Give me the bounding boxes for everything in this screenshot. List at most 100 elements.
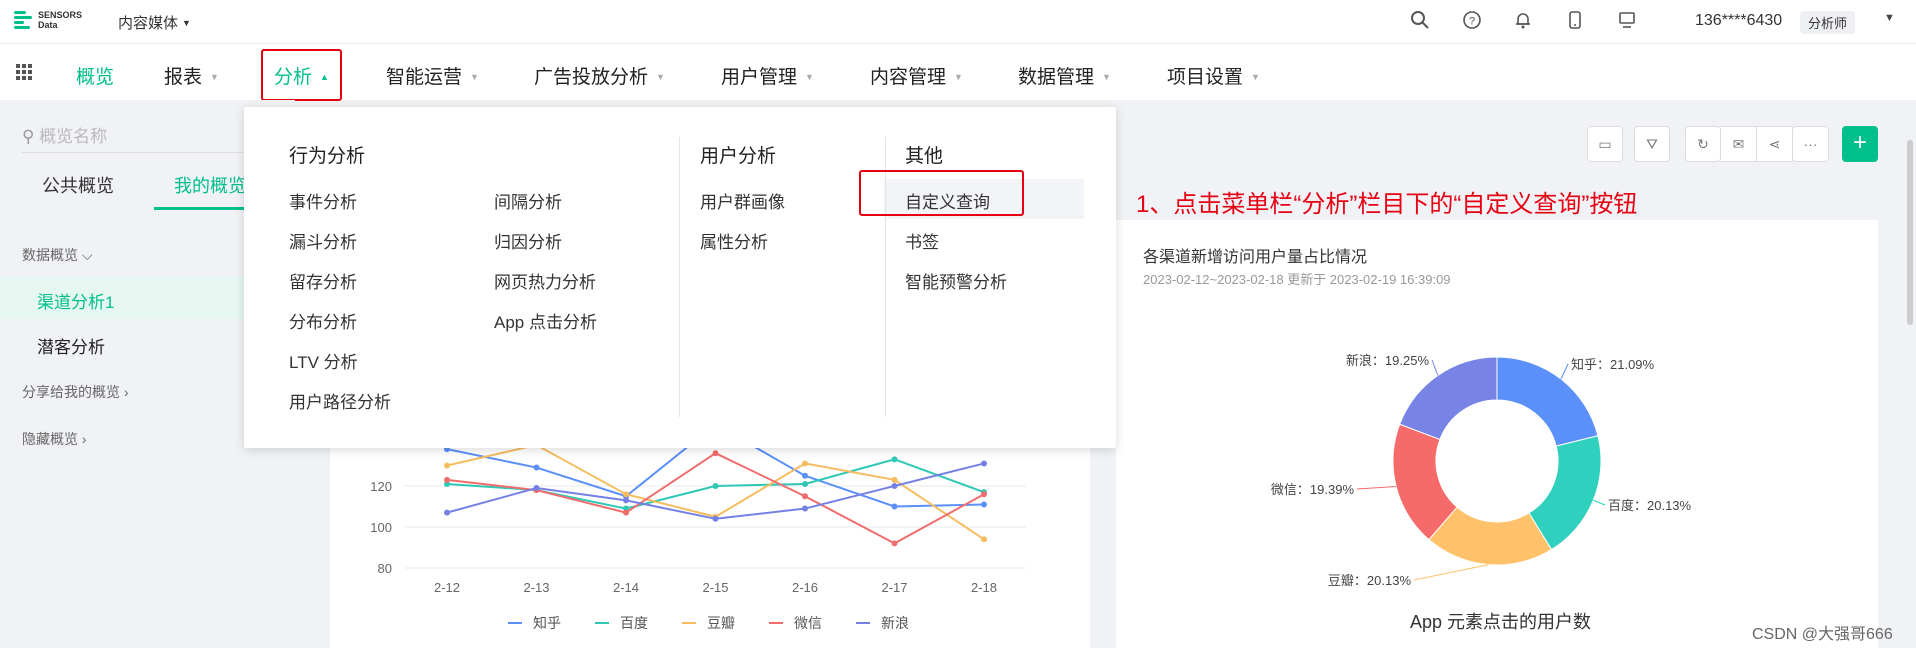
filter-button[interactable]: ⛛ — [1634, 126, 1670, 162]
share-button[interactable]: ⋖ — [1757, 126, 1793, 162]
menu-item-funnel-analysis[interactable]: 漏斗分析 — [289, 228, 357, 253]
refresh-icon: ↻ — [1697, 136, 1709, 152]
mail-button[interactable]: ✉ — [1721, 126, 1757, 162]
legend-label[interactable]: 知乎 — [533, 615, 561, 631]
refresh-button[interactable]: ↻ — [1685, 126, 1721, 162]
caret-down-icon: ▼ — [656, 72, 665, 82]
pie-chart-subtitle: 2023-02-12~2023-02-18 更新于 2023-02-19 16:… — [1143, 272, 1451, 287]
divider — [22, 152, 262, 153]
legend-label[interactable]: 百度 — [620, 615, 648, 631]
svg-text:?: ? — [1469, 16, 1475, 28]
menu-item-user-segment[interactable]: 用户群画像 — [700, 188, 785, 213]
slice-label: 知乎：21.09% — [1571, 357, 1655, 372]
data-point — [802, 505, 808, 512]
data-point — [981, 536, 987, 543]
nav-data-mgmt[interactable]: 数据管理 ▼ — [1018, 62, 1111, 89]
menu-item-event-analysis[interactable]: 事件分析 — [289, 188, 357, 213]
more-button[interactable]: ··· — [1793, 126, 1829, 162]
search-icon[interactable] — [1410, 10, 1430, 30]
label-leader — [1560, 363, 1569, 380]
user-account[interactable]: 136****6430 — [1695, 12, 1782, 30]
slice-label: 百度：20.13% — [1608, 498, 1692, 513]
mobile-icon[interactable] — [1565, 10, 1585, 30]
data-point — [891, 483, 898, 489]
tab-my-overview[interactable]: 我的概览 — [174, 172, 246, 198]
data-point — [802, 493, 808, 500]
series-line-3 — [446, 452, 985, 545]
tab-public-overview[interactable]: 公共概览 — [42, 172, 114, 198]
data-point — [981, 491, 987, 498]
data-point — [444, 509, 450, 516]
nav-smart-ops[interactable]: 智能运营 ▼ — [386, 62, 479, 89]
nav-ad-analysis[interactable]: 广告投放分析 ▼ — [534, 62, 665, 89]
data-point — [891, 540, 898, 547]
nav-content-mgmt[interactable]: 内容管理 ▼ — [870, 62, 963, 89]
label-leader — [1431, 359, 1439, 376]
y-tick-label: 100 — [370, 520, 392, 535]
active-tab-indicator — [154, 207, 250, 210]
annotation-text: 1、点击菜单栏“分析”栏目下的“自定义查询”按钮 — [1136, 191, 1638, 218]
chevron-down-icon: ⌵ — [81, 247, 93, 263]
menu-item-ltv-analysis[interactable]: LTV 分析 — [289, 348, 358, 373]
line-chart-card: 80 100 120 2-12 2-13 2-14 2-15 2-16 2-17 2-18 知乎 百度… — [330, 440, 1090, 648]
series-line-4 — [446, 462, 985, 520]
highlight-box-analysis — [261, 49, 342, 101]
nav-user-mgmt[interactable]: 用户管理 ▼ — [721, 62, 814, 89]
search-icon: ⚲ — [22, 127, 35, 146]
menu-heading-other: 其他 — [905, 146, 944, 167]
help-icon[interactable]: ? — [1462, 10, 1482, 30]
slice-label: 微信：19.39% — [1271, 482, 1355, 497]
nav-project-settings[interactable]: 项目设置 ▼ — [1167, 62, 1260, 89]
menu-item-interval-analysis[interactable]: 间隔分析 — [494, 188, 562, 213]
group-hidden-overview[interactable]: 隐藏概览 › — [22, 429, 87, 449]
menu-item-retention-analysis[interactable]: 留存分析 — [289, 268, 357, 293]
caret-down-icon: ▼ — [954, 72, 963, 82]
data-point — [444, 462, 450, 469]
menu-item-heatmap-analysis[interactable]: 网页热力分析 — [494, 268, 596, 293]
legend-label[interactable]: 新浪 — [881, 615, 909, 631]
donut-slice[interactable] — [1399, 356, 1498, 441]
next-chart-title: App 元素点击的用户数 — [1410, 612, 1592, 632]
nav-reports[interactable]: 报表 ▼ — [164, 62, 219, 89]
role-badge[interactable]: 分析师 — [1800, 11, 1856, 34]
top-bar: SENSORS Data 内容媒体 ▼ ? 136****6430 分析师 ▼ — [0, 0, 1916, 43]
sidebar-item-channel-analysis[interactable]: 渠道分析1 — [0, 277, 250, 319]
project-switcher[interactable]: 内容媒体 ▼ — [118, 12, 191, 33]
plus-icon: + — [1852, 129, 1867, 156]
data-point — [802, 480, 808, 487]
slice-label: 新浪：19.25% — [1346, 353, 1430, 368]
sidebar-search[interactable]: ⚲ 概览名称 — [22, 122, 107, 147]
more-icon: ··· — [1803, 136, 1818, 152]
logo-line2: Data — [38, 20, 58, 30]
menu-item-app-click-analysis[interactable]: App 点击分析 — [494, 308, 597, 333]
data-point — [623, 509, 629, 516]
menu-item-attribution-analysis[interactable]: 归因分析 — [494, 228, 562, 253]
sidebar-item-prospect-analysis[interactable]: 潜客分析 — [0, 322, 250, 364]
scrollbar[interactable] — [1907, 140, 1913, 325]
monitor-icon[interactable] — [1617, 10, 1637, 30]
menu-item-smart-alert[interactable]: 智能预警分析 — [905, 268, 1007, 293]
apps-grid-icon[interactable] — [16, 64, 32, 80]
slice-label: 豆瓣：20.13% — [1328, 573, 1412, 588]
caret-down-icon[interactable]: ▼ — [1884, 12, 1895, 24]
layout-button[interactable]: ▭ — [1587, 126, 1623, 162]
menu-item-user-path-analysis[interactable]: 用户路径分析 — [289, 388, 391, 413]
menu-item-distribution-analysis[interactable]: 分布分析 — [289, 308, 357, 333]
sensors-logo[interactable]: SENSORS Data — [14, 9, 82, 31]
nav-overview[interactable]: 概览 — [76, 62, 114, 89]
data-point — [891, 456, 898, 463]
series-line-2 — [446, 443, 985, 541]
data-point — [623, 497, 629, 504]
legend-label[interactable]: 微信 — [794, 615, 822, 631]
menu-item-bookmarks[interactable]: 书签 — [905, 228, 939, 253]
legend-label[interactable]: 豆瓣 — [707, 615, 735, 631]
data-point — [802, 472, 808, 479]
group-shared-overview[interactable]: 分享给我的概览 › — [22, 382, 129, 402]
add-button[interactable]: + — [1842, 126, 1878, 162]
menu-heading-behavior: 行为分析 — [289, 146, 366, 167]
y-tick-label: 80 — [378, 561, 392, 576]
group-data-overview[interactable]: 数据概览 ⌵ — [22, 245, 93, 265]
caret-down-icon: ▼ — [805, 72, 814, 82]
menu-item-property-analysis[interactable]: 属性分析 — [700, 228, 768, 253]
bell-icon[interactable] — [1513, 10, 1533, 30]
